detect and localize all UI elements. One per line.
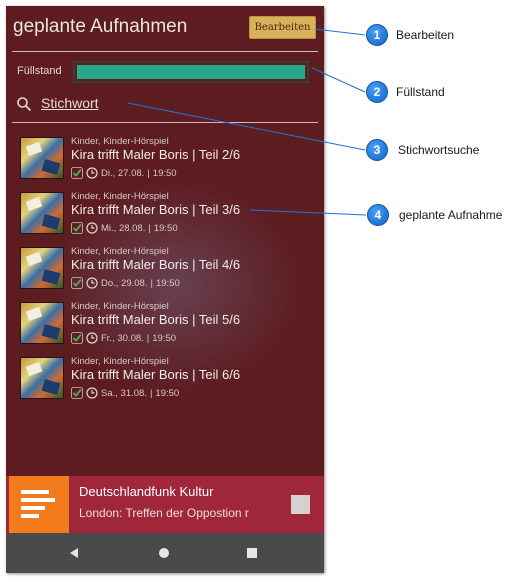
clock-icon: [86, 387, 98, 399]
fill-level-row: Füllstand: [6, 61, 324, 83]
divider: [12, 51, 318, 52]
app-header: geplante Aufnahmen Bearbeiten: [6, 6, 324, 51]
callout-badge: 4: [367, 204, 389, 226]
back-triangle-icon[interactable]: [70, 548, 78, 558]
clock-icon: [86, 332, 98, 344]
recording-category: Kinder, Kinder-Hörspiel: [71, 191, 169, 202]
recording-title: Kira trifft Maler Boris | Teil 3/6: [71, 202, 241, 217]
clock-icon: [86, 277, 98, 289]
now-playing-text: London: Treffen der Oppostion r: [79, 506, 249, 520]
recording-item[interactable]: Kinder, Kinder-Hörspiel Kira trifft Male…: [6, 243, 324, 293]
meta-separator: |: [150, 277, 153, 289]
recording-title: Kira trifft Maler Boris | Teil 4/6: [71, 257, 241, 272]
search-icon: [17, 97, 32, 112]
recording-date: Do., 29.08.: [101, 277, 148, 289]
edit-button[interactable]: Bearbeiten: [249, 16, 316, 39]
check-icon: [71, 332, 83, 344]
recording-time: 19:50: [152, 332, 177, 344]
navbar-icons: [70, 548, 257, 558]
recording-thumbnail: [20, 302, 64, 344]
recording-title: Kira trifft Maler Boris | Teil 2/6: [71, 147, 241, 162]
recording-date: Sa., 31.08.: [101, 387, 147, 399]
callout-label: Stichwortsuche: [398, 143, 480, 157]
check-icon: [71, 387, 83, 399]
recording-date: Mi., 28.08.: [101, 222, 146, 234]
check-icon: [71, 277, 83, 289]
recording-category: Kinder, Kinder-Hörspiel: [71, 356, 169, 367]
recording-meta: Sa., 31.08. | 19:50: [71, 386, 179, 400]
meta-separator: |: [146, 332, 150, 344]
check-icon: [71, 222, 83, 234]
mini-player[interactable]: Deutschlandfunk Kultur London: Treffen d…: [6, 476, 324, 533]
meta-separator: |: [147, 167, 150, 179]
recording-date: Di., 27.08.: [101, 167, 145, 179]
android-navbar: [6, 533, 324, 573]
recording-meta: Di., 27.08. | 19:50: [71, 166, 177, 180]
recording-meta: Do., 29.08. | 19:50: [71, 276, 180, 290]
page-title: geplante Aufnahmen: [13, 16, 188, 37]
recording-date: Fr., 30.08.: [101, 332, 144, 344]
fill-level-label: Füllstand: [17, 65, 62, 77]
recording-item[interactable]: Kinder, Kinder-Hörspiel Kira trifft Male…: [6, 133, 324, 183]
fill-level-bar: [73, 61, 309, 83]
logo-lines: [21, 490, 55, 518]
check-icon: [71, 167, 83, 179]
recording-item[interactable]: Kinder, Kinder-Hörspiel Kira trifft Male…: [6, 298, 324, 348]
recording-time: 19:50: [155, 277, 180, 289]
callout-badge: 2: [366, 81, 388, 103]
clock-icon: [86, 167, 98, 179]
callout-label: geplante Aufnahme: [399, 208, 503, 222]
recording-time: 19:50: [153, 222, 178, 234]
station-logo-icon: [9, 476, 69, 533]
recording-title: Kira trifft Maler Boris | Teil 6/6: [71, 367, 241, 382]
recording-thumbnail: [20, 137, 64, 179]
stop-icon[interactable]: [291, 495, 310, 514]
home-circle-icon[interactable]: [159, 548, 169, 558]
recording-item[interactable]: Kinder, Kinder-Hörspiel Kira trifft Male…: [6, 188, 324, 238]
callout-label: Bearbeiten: [396, 28, 455, 42]
recording-category: Kinder, Kinder-Hörspiel: [71, 136, 169, 147]
recents-square-icon[interactable]: [247, 548, 257, 558]
recording-time: 19:50: [152, 167, 177, 179]
fill-level-fill: [77, 65, 305, 79]
recording-category: Kinder, Kinder-Hörspiel: [71, 246, 169, 257]
recording-meta: Fr., 30.08. | 19:50: [71, 331, 176, 345]
divider: [12, 122, 318, 123]
callout-badge: 1: [366, 24, 388, 46]
annotated-screenshot: geplante Aufnahmen Bearbeiten Füllstand …: [0, 0, 526, 581]
recording-thumbnail: [20, 357, 64, 399]
recording-meta: Mi., 28.08. | 19:50: [71, 221, 178, 235]
meta-separator: |: [148, 222, 151, 234]
recording-thumbnail: [20, 247, 64, 289]
callout-label: Füllstand: [396, 85, 445, 99]
callout-badge: 3: [366, 139, 388, 161]
search-input[interactable]: Stichwort: [41, 95, 99, 111]
phone-screen: geplante Aufnahmen Bearbeiten Füllstand …: [6, 6, 324, 573]
recording-time: 19:50: [155, 387, 180, 399]
recording-item[interactable]: Kinder, Kinder-Hörspiel Kira trifft Male…: [6, 353, 324, 403]
meta-separator: |: [149, 387, 153, 399]
station-name: Deutschlandfunk Kultur: [79, 484, 214, 499]
clock-icon: [86, 222, 98, 234]
recording-category: Kinder, Kinder-Hörspiel: [71, 301, 169, 312]
recording-thumbnail: [20, 192, 64, 234]
recording-title: Kira trifft Maler Boris | Teil 5/6: [71, 312, 241, 327]
keyword-search[interactable]: Stichwort: [6, 92, 324, 118]
